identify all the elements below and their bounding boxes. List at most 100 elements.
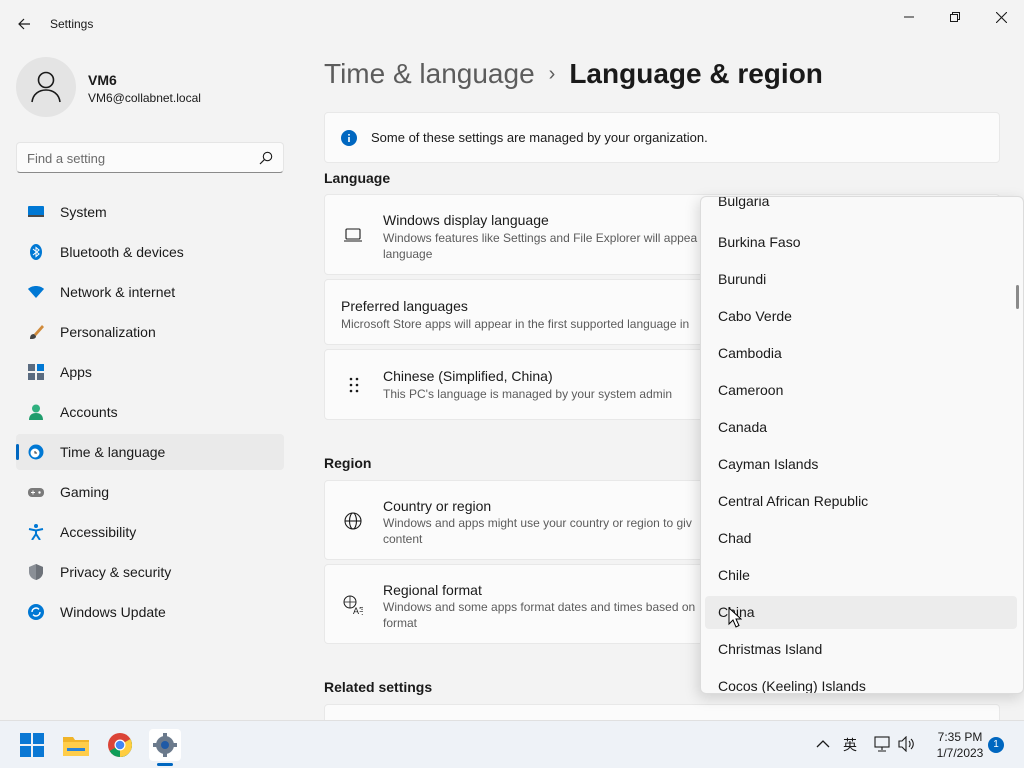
dropdown-option[interactable]: Canada [705,411,1017,444]
option-label: Cabo Verde [718,308,792,324]
apps-icon [28,364,44,380]
network-icon[interactable] [874,736,892,752]
row-description: This PC's language is managed by your sy… [383,387,673,401]
clock-time: 7:35 PM [937,730,983,744]
option-label: Burundi [718,271,767,287]
shield-icon [29,564,43,580]
sidebar-item-accounts[interactable]: Accounts [16,394,284,430]
sidebar-item-privacy[interactable]: Privacy & security [16,554,284,590]
chrome-button[interactable] [104,729,136,761]
related-settings-title: Related settings [324,679,433,695]
app-title: Settings [50,17,94,31]
dropdown-option[interactable]: Burundi [705,263,1017,296]
row-title: Regional format [383,582,482,598]
sidebar-item-label: Personalization [60,324,156,340]
volume-icon[interactable] [898,736,916,752]
person-icon [29,404,43,420]
language-section-title: Language [324,170,391,186]
notification-badge[interactable]: 1 [988,737,1004,753]
dropdown-scrollbar[interactable] [1016,285,1019,309]
taskbar-clock[interactable]: 7:35 PM 1/7/2023 [930,729,990,761]
accessibility-icon [28,524,44,540]
avatar [16,57,76,117]
breadcrumb: Time & language › Language & region [324,58,823,90]
file-explorer-button[interactable] [60,729,92,761]
minimize-icon [904,16,914,18]
brush-icon [30,325,44,339]
sidebar-item-label: System [60,204,107,220]
sidebar-nav: System Bluetooth & devices Network & int… [16,194,284,634]
info-text: Some of these settings are managed by yo… [371,130,708,145]
option-label: Cameroon [718,382,784,398]
option-label: Chile [718,567,750,583]
drag-handle-icon[interactable] [345,375,365,395]
dropdown-option-hovered[interactable]: China [705,596,1017,629]
sidebar-item-apps[interactable]: Apps [16,354,284,390]
option-label: Burkina Faso [718,234,801,250]
sidebar-item-time-language[interactable]: Time & language [16,434,284,470]
search-input[interactable]: Find a setting [16,142,284,173]
dropdown-option[interactable]: Cayman Islands [705,448,1017,481]
chrome-icon [108,733,132,757]
title-bar: Settings [0,0,1024,48]
dropdown-option[interactable]: Chad [705,522,1017,555]
restore-button[interactable] [932,4,978,30]
sidebar-item-label: Privacy & security [60,564,172,580]
active-app-indicator [157,763,173,766]
language-format-icon: A字 [343,595,363,615]
user-profile[interactable]: VM6 VM6@collabnet.local [16,57,286,117]
managed-info-bar: Some of these settings are managed by yo… [324,112,1000,163]
sidebar-item-gaming[interactable]: Gaming [16,474,284,510]
dropdown-option[interactable]: Cambodia [705,337,1017,370]
dropdown-option[interactable]: Cocos (Keeling) Islands [705,670,1017,693]
person-icon [31,71,61,103]
sidebar-item-network[interactable]: Network & internet [16,274,284,310]
bluetooth-icon [30,244,42,260]
ime-indicator[interactable]: 英 [843,735,857,755]
breadcrumb-parent[interactable]: Time & language [324,58,535,89]
close-button[interactable] [978,4,1024,30]
row-title: Chinese (Simplified, China) [383,368,553,384]
info-icon [341,130,357,146]
sidebar-item-windows-update[interactable]: Windows Update [16,594,284,630]
row-description-line: language [383,247,433,261]
dropdown-option[interactable]: Cameroon [705,374,1017,407]
option-label: Chad [718,530,752,546]
sidebar-item-label: Time & language [60,444,166,460]
search-placeholder: Find a setting [27,151,106,166]
option-label: Cayman Islands [718,456,819,472]
country-dropdown-list[interactable]: Bulgaria Burkina Faso Burundi Cabo Verde… [700,196,1024,694]
sidebar-item-label: Network & internet [60,284,176,300]
system-icon [28,206,44,217]
row-description: Windows and apps might use your country … [383,515,703,547]
dropdown-option[interactable]: Chile [705,559,1017,592]
sidebar-item-label: Bluetooth & devices [60,244,184,260]
sidebar-item-label: Accessibility [60,524,137,540]
settings-taskbar-button[interactable] [149,729,181,761]
dropdown-option[interactable]: Burkina Faso [705,226,1017,259]
dropdown-option[interactable]: Christmas Island [705,633,1017,666]
user-name: VM6 [88,72,117,88]
back-button[interactable] [12,12,36,36]
gamepad-icon [28,488,44,497]
sidebar-item-accessibility[interactable]: Accessibility [16,514,284,550]
sidebar-item-label: Accounts [60,404,118,420]
search-icon [259,151,273,165]
sidebar-item-system[interactable]: System [16,194,284,230]
sidebar-item-label: Apps [60,364,92,380]
dropdown-option[interactable]: Cabo Verde [705,300,1017,333]
row-description-line: content [383,532,423,546]
dropdown-option[interactable]: Central African Republic [705,485,1017,518]
windows-logo-icon [20,733,44,757]
sidebar-item-personalization[interactable]: Personalization [16,314,284,350]
option-label: Central African Republic [718,493,869,509]
taskbar: 英 7:35 PM 1/7/2023 1 [0,720,1024,768]
option-label: Canada [718,419,768,435]
svg-text:A字: A字 [353,605,363,615]
chevron-up-icon[interactable] [816,738,830,750]
minimize-button[interactable] [886,4,932,30]
dropdown-option[interactable]: Bulgaria [705,197,1017,218]
folder-icon [63,737,89,756]
sidebar-item-bluetooth[interactable]: Bluetooth & devices [16,234,284,270]
start-button[interactable] [16,729,48,761]
